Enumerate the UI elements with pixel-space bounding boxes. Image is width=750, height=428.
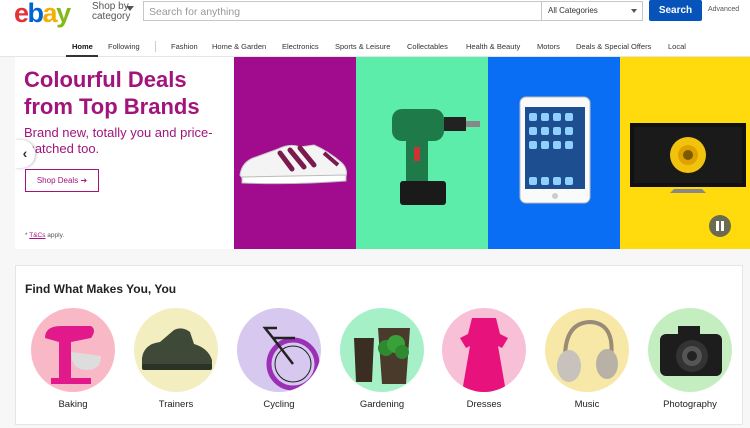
nav-item-following[interactable]: Following — [108, 42, 140, 51]
nav-item-health-beauty[interactable]: Health & Beauty — [466, 42, 520, 51]
hero-panel-sneaker[interactable] — [234, 57, 356, 249]
category-image — [442, 308, 526, 392]
headphones-icon — [557, 319, 618, 382]
hero-text-panel: Colourful Deals from Top Brands Brand ne… — [15, 57, 234, 249]
category-card-dresses[interactable]: Dresses — [440, 308, 528, 410]
category-select[interactable]: All Categories — [541, 2, 643, 20]
arrow-right-icon: ➔ — [80, 176, 88, 185]
logo-letter: y — [56, 0, 71, 28]
search-button[interactable]: Search — [649, 0, 702, 21]
stand-mixer-icon — [45, 326, 101, 384]
terms-link[interactable]: T&Cs — [29, 232, 45, 239]
tv-icon — [630, 123, 746, 193]
category-image — [31, 308, 115, 392]
nav-item-home[interactable]: Home — [72, 42, 93, 51]
find-section: Find What Makes You, You Baking Trainers — [15, 265, 743, 425]
category-label: Trainers — [158, 399, 194, 410]
dress-icon — [460, 318, 508, 392]
category-card-music[interactable]: Music — [543, 308, 631, 410]
bicycle-icon — [262, 326, 320, 391]
tablet-icon — [519, 96, 591, 204]
drill-icon — [392, 109, 480, 205]
ebay-logo[interactable]: ebay — [14, 0, 71, 29]
main-nav: Home Following Fashion Home & Garden Ele… — [0, 36, 750, 57]
nav-item-motors[interactable]: Motors — [537, 42, 560, 51]
category-image — [648, 308, 732, 392]
hero-panel-tablet[interactable] — [488, 57, 620, 249]
hero-title: Colourful Deals from Top Brands — [24, 67, 200, 119]
search-bar: All Categories — [143, 1, 643, 21]
shop-by-category-button[interactable]: Shop by category — [92, 2, 134, 22]
logo-letter: e — [14, 0, 29, 28]
search-input[interactable] — [149, 4, 529, 19]
nav-item-collectables[interactable]: Collectables — [407, 42, 448, 51]
nav-item-fashion[interactable]: Fashion — [171, 42, 198, 51]
nav-item-home-garden[interactable]: Home & Garden — [212, 42, 266, 51]
section-title: Find What Makes You, You — [25, 282, 177, 296]
nav-item-local[interactable]: Local — [668, 42, 686, 51]
logo-letter: b — [27, 0, 45, 28]
trainer-icon — [142, 328, 212, 370]
shop-deals-button[interactable]: Shop Deals ➔ — [25, 169, 99, 192]
category-image — [134, 308, 218, 392]
category-label: Music — [574, 399, 600, 410]
header: ebay Shop by category All Categories Sea… — [0, 0, 750, 36]
category-card-gardening[interactable]: Gardening — [338, 308, 426, 410]
category-label: Dresses — [466, 399, 502, 410]
shop-by-line2: category — [92, 11, 131, 22]
category-label: Baking — [58, 399, 88, 410]
category-label: Cycling — [263, 399, 295, 410]
category-label: Photography — [663, 399, 717, 410]
category-image — [340, 308, 424, 392]
category-image — [237, 308, 321, 392]
nav-item-electronics[interactable]: Electronics — [282, 42, 319, 51]
planter-icon — [354, 328, 410, 384]
hero-subtitle: Brand new, totally you and price-matched… — [24, 125, 213, 156]
nav-item-sports-leisure[interactable]: Sports & Leisure — [335, 42, 390, 51]
terms-suffix: apply. — [45, 232, 65, 239]
nav-item-deals[interactable]: Deals & Special Offers — [576, 42, 651, 51]
terms-note: * T&Cs apply. — [25, 232, 64, 239]
category-card-trainers[interactable]: Trainers — [132, 308, 220, 410]
category-card-baking[interactable]: Baking — [29, 308, 117, 410]
hero-panel-tv[interactable] — [620, 57, 750, 249]
category-select-value: All Categories — [548, 6, 598, 15]
shop-deals-label: Shop Deals — [36, 176, 79, 185]
carousel-pause-button[interactable] — [709, 215, 731, 237]
nav-divider — [155, 41, 156, 52]
sneaker-icon — [239, 144, 347, 185]
category-card-cycling[interactable]: Cycling — [235, 308, 323, 410]
category-label: Gardening — [359, 399, 405, 410]
hero-carousel: Colourful Deals from Top Brands Brand ne… — [15, 57, 750, 249]
camera-icon — [660, 326, 722, 376]
chevron-left-icon: ‹ — [22, 145, 28, 161]
chevron-down-icon — [631, 9, 637, 13]
chevron-down-icon — [126, 6, 134, 11]
logo-letter: a — [42, 0, 58, 28]
advanced-search-link[interactable]: Advanced — [708, 6, 739, 13]
category-image — [545, 308, 629, 392]
hero-panel-drill[interactable] — [356, 57, 488, 249]
category-card-photography[interactable]: Photography — [646, 308, 734, 410]
